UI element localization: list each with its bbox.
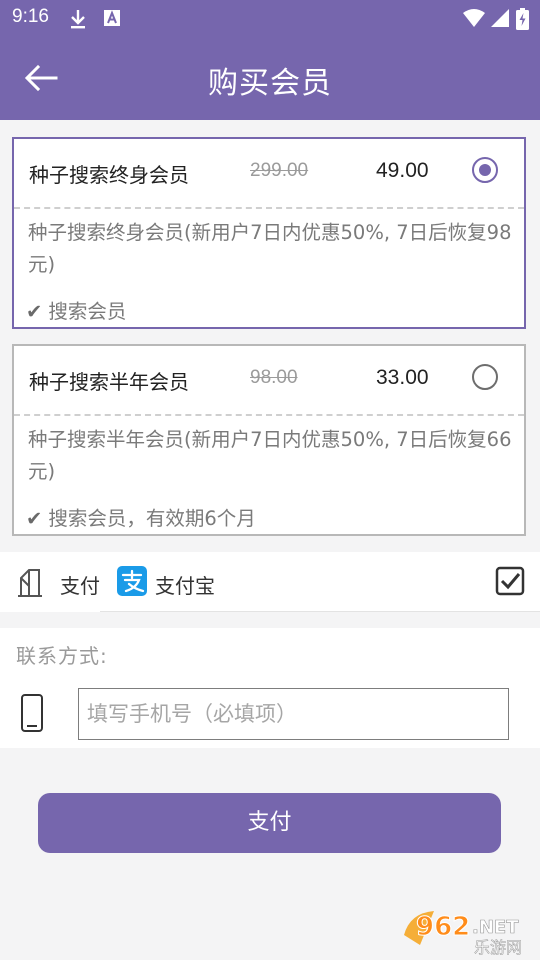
plan-price: 33.00 xyxy=(376,366,429,389)
plan-original-price: 98.00 xyxy=(250,367,298,388)
status-time: 9:16 xyxy=(12,6,49,27)
plan-feature-label: 搜索会员，有效期6个月 xyxy=(48,507,256,530)
pay-button[interactable]: 支付 xyxy=(38,793,501,853)
plan-price: 49.00 xyxy=(376,159,429,182)
check-icon: ✔ xyxy=(26,507,43,530)
check-icon: ✔ xyxy=(26,300,43,323)
plan-feature: ✔ 搜索会员 xyxy=(26,295,126,324)
payment-checkbox[interactable] xyxy=(495,566,525,596)
plan-card-half-year[interactable]: 种子搜索半年会员 98.00 33.00 种子搜索半年会员(新用户7日内优惠50… xyxy=(12,344,526,536)
divider xyxy=(100,611,540,612)
plan-feature: ✔ 搜索会员，有效期6个月 xyxy=(26,502,256,531)
plan-description: 种子搜索半年会员(新用户7日内优惠50%, 7日后恢复66元) xyxy=(28,428,512,483)
svg-text:962: 962 xyxy=(416,912,470,942)
svg-text:乐游网: 乐游网 xyxy=(474,938,522,957)
plan-name: 种子搜索终身会员 xyxy=(29,163,189,187)
alipay-icon xyxy=(117,566,147,596)
phone-input[interactable] xyxy=(78,688,509,740)
payment-label: 支付 xyxy=(60,574,100,598)
plan-header: 种子搜索终身会员 299.00 49.00 xyxy=(14,139,524,209)
payment-method-name: 支付宝 xyxy=(155,574,215,598)
contact-label: 联系方式: xyxy=(16,644,108,668)
battery-icon xyxy=(516,8,529,30)
signal-icon xyxy=(491,9,509,27)
plan-card-lifetime[interactable]: 种子搜索终身会员 299.00 49.00 种子搜索终身会员(新用户7日内优惠5… xyxy=(12,137,526,329)
plan-radio-button[interactable] xyxy=(472,364,498,390)
plan-name: 种子搜索半年会员 xyxy=(29,370,189,394)
plan-radio-button[interactable] xyxy=(472,157,498,183)
plan-description: 种子搜索终身会员(新用户7日内优惠50%, 7日后恢复98元) xyxy=(28,221,512,276)
download-icon xyxy=(71,10,85,29)
contact-section: 联系方式: xyxy=(0,628,540,748)
app-bar: 购买会员 xyxy=(0,36,540,120)
page-title: 购买会员 xyxy=(208,66,332,101)
payment-icon xyxy=(18,569,42,597)
wifi-icon xyxy=(463,9,485,27)
a-notification-icon xyxy=(104,10,120,26)
plan-original-price: 299.00 xyxy=(250,160,309,181)
plan-header: 种子搜索半年会员 98.00 33.00 xyxy=(14,346,524,416)
status-bar: 9:16 xyxy=(0,0,540,36)
plan-feature-label: 搜索会员 xyxy=(48,300,127,323)
phone-icon xyxy=(21,694,43,732)
payment-method-row[interactable]: 支付 支付宝 xyxy=(0,552,540,612)
watermark-logo: 962 .NET 乐游网 xyxy=(404,911,522,957)
svg-text:.NET: .NET xyxy=(472,917,519,938)
